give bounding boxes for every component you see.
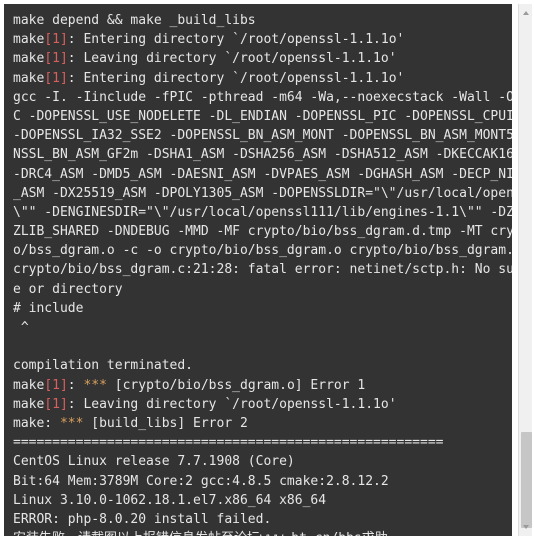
console-line: crypto/bio/bss_dgram.c:21:28: fatal erro… [13,262,512,278]
console-line: make[1]: Leaving directory `/root/openss… [13,51,397,67]
chevron-down-icon[interactable] [523,525,529,529]
console-output: make depend && make _build_libs make[1]: … [4,4,512,536]
terminal-output-area[interactable]: make depend && make _build_libs make[1]: … [4,4,512,536]
console-line: o/bss_dgram.o -c -o crypto/bio/bss_dgram… [13,243,512,259]
console-line: make[1]: Entering directory `/root/opens… [13,70,405,86]
chevron-up-icon[interactable] [523,11,529,15]
console-line: CentOS Linux release 7.7.1908 (Core) [13,454,295,470]
console-line: make depend && make _build_libs [13,13,256,28]
console-line: -DRC4_ASM -DMD5_ASM -DAESNI_ASM -DVPAES_… [13,166,512,182]
console-line: e or directory [13,281,123,297]
console-line: Linux 3.10.0-1062.18.1.el7.x86_64 x86_64 [13,492,327,508]
console-line: # include [13,300,84,316]
console-line: -DOPENSSL_IA32_SSE2 -DOPENSSL_BN_ASM_MON… [13,128,512,144]
console-line: make: *** [build_libs] Error 2 [13,415,248,431]
console-line: ========================================… [13,435,444,451]
console-line: C -DOPENSSL_USE_NODELETE -DL_ENDIAN -DOP… [13,108,512,124]
console-line: make[1]: Entering directory `/root/opens… [13,32,405,48]
console-line: gcc -I. -Iinclude -fPIC -pthread -m64 -W… [13,89,512,105]
scrollbar-thumb[interactable] [521,432,532,528]
console-line: \"" -DENGINESDIR="\"/usr/local/openssl11… [13,204,512,220]
console-line: make[1]: *** [crypto/bio/bss_dgram.o] Er… [13,377,366,393]
console-line: ERROR: php-8.0.20 install failed. [13,511,272,527]
console-line: 安装失败，请截图以上报错信息发帖至论坛www.bt.cn/bbs求助 [13,529,508,536]
console-line: compilation terminated. [13,358,194,374]
console-line: make[1]: Leaving directory `/root/openss… [13,396,397,412]
terminal-window: make depend && make _build_libs make[1]: … [0,0,534,540]
console-line: NSSL_BN_ASM_GF2m -DSHA1_ASM -DSHA256_ASM… [13,147,512,163]
vertical-scrollbar[interactable] [518,4,532,536]
console-line: Bit:64 Mem:3789M Core:2 gcc:4.8.5 cmake:… [13,473,389,489]
console-line: ^ [13,320,29,335]
console-line: ZLIB_SHARED -DNDEBUG -MMD -MF crypto/bio… [13,224,512,240]
console-line: _ASM -DX25519_ASM -DPOLY1305_ASM -DOPENS… [13,185,512,201]
